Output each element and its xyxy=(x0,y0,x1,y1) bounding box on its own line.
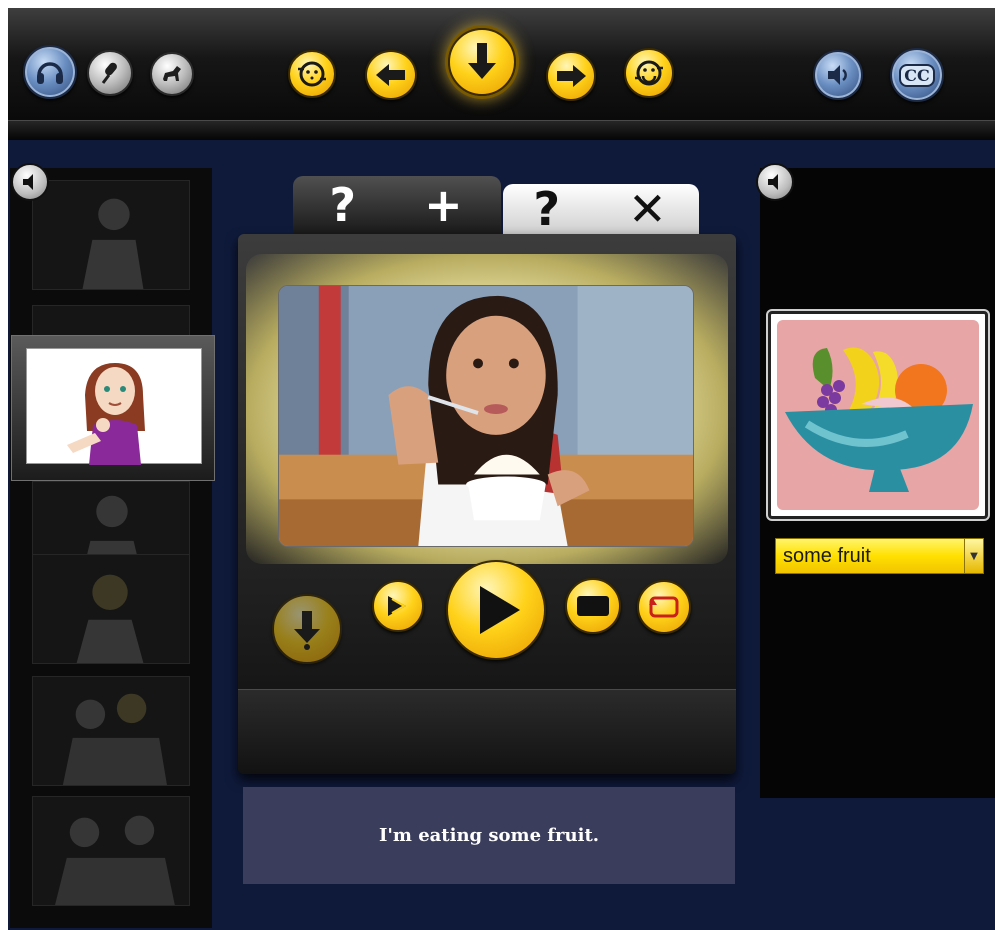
volume-button[interactable] xyxy=(813,50,863,100)
download-icon xyxy=(294,611,320,650)
down-arrow-icon xyxy=(468,43,496,79)
chevron-down-icon[interactable]: ▼ xyxy=(964,539,983,573)
toolbar-rail xyxy=(8,120,995,140)
video-frame[interactable] xyxy=(278,285,694,547)
left-arrow-icon xyxy=(376,64,405,86)
right-arrow-icon xyxy=(557,65,586,87)
tab-add-question[interactable]: ? + xyxy=(293,176,501,234)
headphones-icon xyxy=(37,62,63,84)
sign-thumbnail-selected[interactable] xyxy=(11,335,215,481)
speaker-icon xyxy=(828,65,847,85)
loop-icon xyxy=(649,596,679,618)
vocabulary-panel: some fruit ▼ xyxy=(760,168,995,798)
caption-box: I'm eating some fruit. xyxy=(243,787,735,884)
previous-button[interactable] xyxy=(365,50,417,100)
horse-icon xyxy=(163,66,181,81)
vocabulary-dropdown[interactable]: some fruit ▼ xyxy=(775,538,984,574)
replay-face-icon xyxy=(635,60,663,86)
fast-forward-icon xyxy=(388,596,406,616)
stop-icon xyxy=(577,596,609,616)
prompt-button[interactable] xyxy=(288,50,336,98)
sign-thumbnail[interactable] xyxy=(32,180,190,290)
play-button[interactable] xyxy=(446,560,546,660)
vocabulary-dropdown-value: some fruit xyxy=(783,544,871,567)
speaker-icon xyxy=(768,174,778,190)
repeat-button[interactable] xyxy=(624,48,674,98)
player-base xyxy=(238,689,736,774)
sign-thumbnail[interactable] xyxy=(32,554,190,664)
tab-remove-question[interactable]: ? ✕ xyxy=(503,182,699,236)
stop-button[interactable] xyxy=(565,578,621,634)
app-window: CC ? + ? ✕ I'm eating some fruit. some f… xyxy=(8,8,995,930)
video-player xyxy=(238,234,736,774)
closed-caption-button[interactable]: CC xyxy=(890,48,944,102)
next-button[interactable] xyxy=(546,51,596,101)
signer-illustration xyxy=(26,348,202,465)
left-speaker-button[interactable] xyxy=(11,163,49,201)
smile-face-icon xyxy=(298,61,326,87)
speaker-icon xyxy=(23,174,33,190)
sign-list-panel[interactable] xyxy=(10,168,212,928)
sign-thumbnail[interactable] xyxy=(32,676,190,786)
headphones-button[interactable] xyxy=(23,45,77,99)
microphone-icon xyxy=(101,62,117,84)
animal-button[interactable] xyxy=(150,52,194,96)
right-speaker-button[interactable] xyxy=(756,163,794,201)
download-button[interactable] xyxy=(272,594,342,664)
play-icon xyxy=(480,586,520,634)
loop-button[interactable] xyxy=(637,580,691,634)
fruit-bowl-illustration xyxy=(777,320,979,510)
select-button[interactable] xyxy=(448,28,516,96)
top-toolbar: CC xyxy=(8,8,995,120)
record-button[interactable] xyxy=(87,50,133,96)
vocabulary-card[interactable] xyxy=(768,311,988,519)
closed-caption-icon: CC xyxy=(899,63,935,87)
sign-thumbnail[interactable] xyxy=(32,796,190,906)
caption-text: I'm eating some fruit. xyxy=(378,825,600,846)
tab-bar: ? + ? ✕ xyxy=(293,176,699,236)
slow-play-button[interactable] xyxy=(372,580,424,632)
